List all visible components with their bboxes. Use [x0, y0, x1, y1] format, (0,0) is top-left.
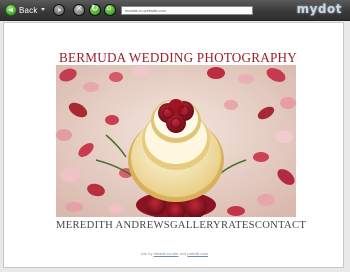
back-button[interactable]: Back — [5, 3, 43, 17]
credit-joiner: and — [179, 251, 187, 256]
home-button[interactable] — [104, 3, 116, 16]
nav-link-meredith-andrews[interactable]: MEREDITH ANDREWS — [56, 220, 170, 231]
browser-toolbar: Back meada.co.website.com mydot — [0, 0, 350, 21]
back-label: Back — [19, 5, 38, 15]
credit-link-1[interactable]: meadb.co.site — [154, 251, 179, 256]
page-title: BERMUDA WEDDING PHOTOGRAPHY — [59, 50, 297, 65]
browser-brand-logo: mydot — [296, 2, 342, 16]
cake-photo-image — [56, 65, 296, 217]
credit-link-2[interactable]: partnill.rose — [187, 251, 208, 256]
hero-cake-photo — [56, 65, 296, 217]
web-page: BERMUDA WEDDING PHOTOGRAPHY MEREDITH AND… — [3, 22, 344, 268]
history-dropdown-icon[interactable] — [41, 8, 45, 11]
address-bar[interactable]: meada.co.website.com — [121, 6, 253, 15]
back-arrow-icon — [5, 4, 17, 16]
nav-link-gallery[interactable]: GALLERY — [170, 220, 221, 231]
nav-link-contact[interactable]: CONTACT — [255, 220, 306, 231]
stop-button[interactable] — [73, 4, 85, 16]
forward-button[interactable] — [53, 4, 65, 16]
nav-link-rates[interactable]: RATES — [221, 220, 255, 231]
credit-prefix: site by — [140, 251, 153, 256]
main-nav: MEREDITH ANDREWS GALLERY RATES CONTACT — [56, 220, 306, 231]
footer-credit: site by meadb.co.site and partnill.rose — [4, 251, 345, 256]
reload-button[interactable] — [89, 3, 101, 16]
